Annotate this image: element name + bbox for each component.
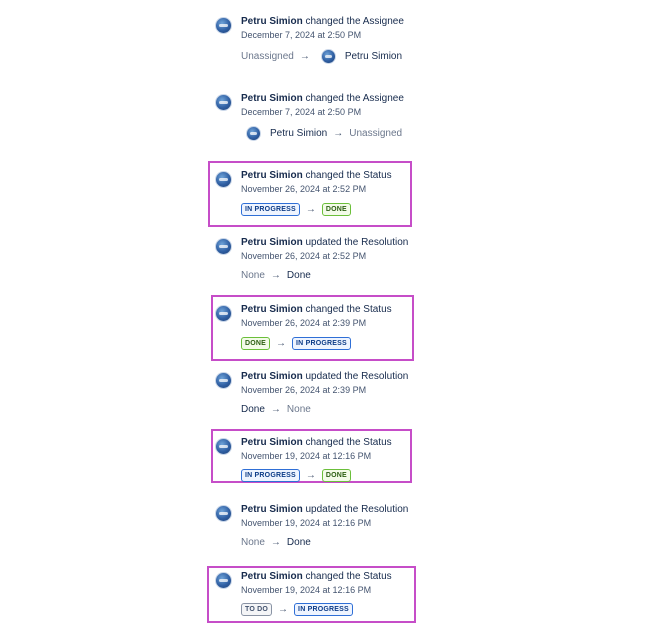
actor-name[interactable]: Petru Simion	[241, 304, 303, 315]
status-lozenge-from: IN PROGRESS	[241, 469, 300, 482]
history-entry-headline: Petru Simion updated the Resolution	[241, 237, 408, 248]
change-values: None → Done	[241, 270, 311, 281]
timestamp: November 26, 2024 at 2:39 PM	[241, 385, 367, 395]
status-lozenge-to: IN PROGRESS	[294, 603, 353, 616]
to-value: Done	[286, 270, 311, 281]
avatar[interactable]	[215, 438, 232, 455]
from-value: Petru Simion	[270, 128, 328, 139]
change-values: Unassigned → Petru Simion	[241, 49, 402, 64]
arrow-icon: →	[333, 128, 344, 139]
action-text: changed the	[302, 304, 364, 315]
action-text: updated the	[302, 237, 362, 248]
change-values: IN PROGRESS → DONE	[241, 469, 351, 482]
actor-name[interactable]: Petru Simion	[241, 16, 303, 27]
timestamp: November 26, 2024 at 2:52 PM	[241, 251, 367, 261]
history-feed: Petru Simion changed the Assignee Decemb…	[0, 0, 656, 625]
history-entry-headline: Petru Simion updated the Resolution	[241, 371, 408, 382]
status-lozenge-from: TO DO	[241, 603, 273, 616]
arrow-icon: →	[270, 404, 281, 415]
status-lozenge-to: DONE	[321, 469, 351, 482]
to-value: Done	[286, 537, 311, 548]
action-text: changed the	[302, 93, 363, 104]
action-text: changed the	[302, 571, 364, 582]
field-name: Assignee	[362, 16, 404, 27]
history-entry-headline: Petru Simion changed the Status	[241, 571, 392, 582]
arrow-icon: →	[299, 51, 310, 62]
timestamp: December 7, 2024 at 2:50 PM	[241, 30, 362, 40]
to-value: Petru Simion	[344, 51, 403, 62]
avatar	[246, 126, 261, 141]
action-text: changed the	[302, 16, 363, 27]
actor-name[interactable]: Petru Simion	[241, 504, 303, 515]
actor-name[interactable]: Petru Simion	[241, 93, 303, 104]
arrow-icon: →	[278, 604, 289, 615]
to-value: Unassigned	[349, 128, 403, 139]
action-text: updated the	[302, 371, 362, 382]
actor-name[interactable]: Petru Simion	[241, 237, 303, 248]
arrow-icon: →	[276, 338, 287, 349]
avatar[interactable]	[215, 238, 232, 255]
field-name: Status	[363, 304, 392, 315]
avatar[interactable]	[215, 372, 232, 389]
to-value: None	[286, 404, 311, 415]
status-lozenge-to: DONE	[321, 203, 351, 216]
change-values: Petru Simion → Unassigned	[241, 126, 402, 141]
from-value: Unassigned	[241, 51, 294, 62]
status-lozenge-to: IN PROGRESS	[292, 337, 351, 350]
actor-name[interactable]: Petru Simion	[241, 571, 303, 582]
history-entry-headline: Petru Simion changed the Status	[241, 304, 392, 315]
action-text: updated the	[302, 504, 362, 515]
change-values: TO DO → IN PROGRESS	[241, 603, 353, 616]
field-name: Resolution	[361, 371, 409, 382]
arrow-icon: →	[305, 470, 316, 481]
field-name: Assignee	[362, 93, 404, 104]
change-values: DONE → IN PROGRESS	[241, 337, 351, 350]
timestamp: November 19, 2024 at 12:16 PM	[241, 518, 372, 528]
change-values: IN PROGRESS → DONE	[241, 203, 351, 216]
field-name: Resolution	[361, 504, 409, 515]
avatar[interactable]	[215, 94, 232, 111]
status-lozenge-from: DONE	[241, 337, 271, 350]
arrow-icon: →	[270, 537, 281, 548]
history-entry-headline: Petru Simion updated the Resolution	[241, 504, 408, 515]
actor-name[interactable]: Petru Simion	[241, 371, 303, 382]
actor-name[interactable]: Petru Simion	[241, 437, 303, 448]
field-name: Resolution	[361, 237, 409, 248]
timestamp: December 7, 2024 at 2:50 PM	[241, 107, 362, 117]
history-entry-headline: Petru Simion changed the Assignee	[241, 93, 404, 104]
timestamp: November 26, 2024 at 2:39 PM	[241, 318, 367, 328]
change-values: Done → None	[241, 404, 311, 415]
history-entry-headline: Petru Simion changed the Status	[241, 170, 392, 181]
field-name: Status	[363, 170, 392, 181]
history-entry-headline: Petru Simion changed the Status	[241, 437, 392, 448]
timestamp: November 19, 2024 at 12:16 PM	[241, 585, 372, 595]
avatar[interactable]	[215, 171, 232, 188]
actor-name[interactable]: Petru Simion	[241, 170, 303, 181]
status-lozenge-from: IN PROGRESS	[241, 203, 300, 216]
change-values: None → Done	[241, 537, 311, 548]
arrow-icon: →	[270, 270, 281, 281]
history-entry-headline: Petru Simion changed the Assignee	[241, 16, 404, 27]
from-value: None	[241, 270, 265, 281]
field-name: Status	[363, 571, 392, 582]
timestamp: November 19, 2024 at 12:16 PM	[241, 451, 372, 461]
timestamp: November 26, 2024 at 2:52 PM	[241, 184, 367, 194]
avatar	[320, 49, 336, 64]
avatar[interactable]	[215, 572, 232, 589]
arrow-icon: →	[305, 204, 316, 215]
action-text: changed the	[302, 437, 364, 448]
avatar[interactable]	[215, 17, 232, 34]
field-name: Status	[363, 437, 392, 448]
from-value: None	[241, 537, 265, 548]
avatar[interactable]	[215, 505, 232, 522]
action-text: changed the	[302, 170, 364, 181]
avatar[interactable]	[215, 305, 232, 322]
from-value: Done	[241, 404, 265, 415]
